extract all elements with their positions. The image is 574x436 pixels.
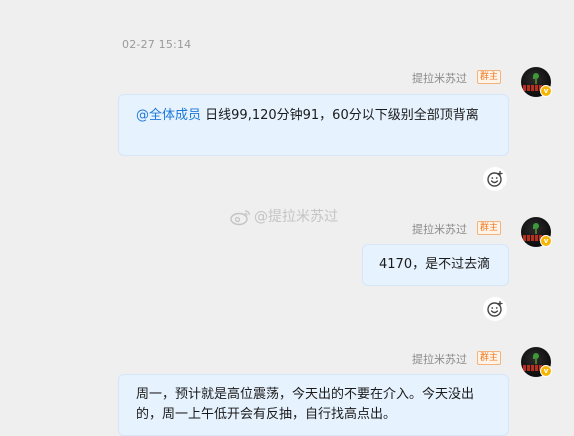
mention-all-members[interactable]: @全体成员 [136, 108, 201, 123]
message-bubble[interactable]: @全体成员 日线99,120分钟91，60分以下级别全部顶背离 [118, 94, 509, 156]
group-owner-badge: 群主 [477, 351, 501, 365]
message-bubble[interactable]: 4170，是不过去滴 [362, 244, 509, 286]
message-text: 日线99,120分钟91，60分以下级别全部顶背离 [201, 108, 479, 123]
message-text: 4170，是不过去滴 [379, 257, 491, 272]
sender-name[interactable]: 提拉米苏过 [412, 221, 467, 237]
message-bubble[interactable]: 周一，预计就是高位震荡，今天出的不要在介入。今天没出的，周一上午低开会有反抽，自… [118, 374, 509, 436]
verified-badge-icon: v [540, 365, 552, 377]
verified-badge-icon: v [540, 235, 552, 247]
avatar-plant-graphic [532, 73, 540, 84]
add-reaction-button[interactable] [483, 167, 507, 191]
smiley-add-icon [487, 300, 503, 317]
group-owner-badge: 群主 [477, 70, 501, 84]
sender-name[interactable]: 提拉米苏过 [412, 351, 467, 367]
sender-name[interactable]: 提拉米苏过 [412, 70, 467, 86]
add-reaction-button[interactable] [483, 297, 507, 321]
avatar-plant-graphic [532, 353, 540, 364]
smiley-add-icon [487, 170, 503, 187]
watermark-text: @提拉米苏过 [254, 209, 338, 225]
message-timestamp: 02-27 15:14 [122, 38, 192, 51]
verified-badge-icon: v [540, 85, 552, 97]
message-text: 周一，预计就是高位震荡，今天出的不要在介入。今天没出的，周一上午低开会有反抽，自… [136, 387, 475, 422]
group-owner-badge: 群主 [477, 221, 501, 235]
weibo-logo-icon [230, 210, 251, 226]
avatar-plant-graphic [532, 223, 540, 234]
